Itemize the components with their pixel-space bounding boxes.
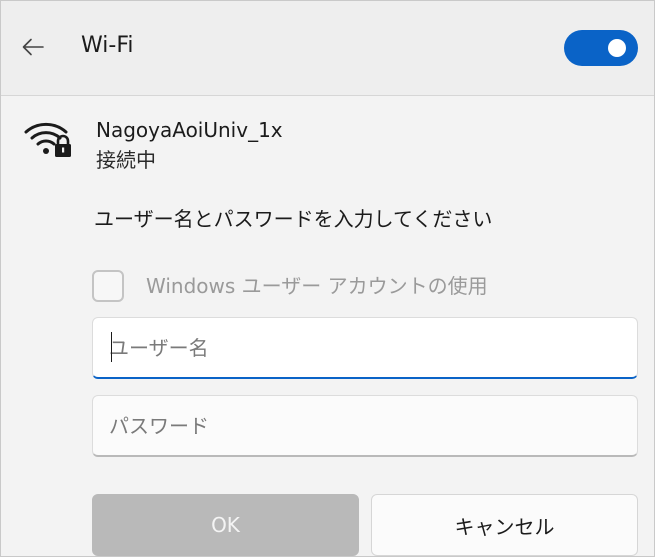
- toggle-knob: [608, 39, 626, 57]
- ok-button[interactable]: OK: [92, 494, 359, 556]
- wifi-toggle[interactable]: [564, 30, 638, 66]
- username-input[interactable]: [92, 317, 638, 379]
- password-input[interactable]: [92, 395, 638, 457]
- use-windows-account-row[interactable]: Windows ユーザー アカウントの使用: [92, 268, 488, 304]
- network-status: 接続中: [96, 148, 156, 172]
- network-panel: NagoyaAoiUniv_1x 接続中 ユーザー名とパスワードを入力してくださ…: [1, 96, 654, 556]
- back-button[interactable]: [15, 27, 51, 67]
- cancel-button[interactable]: キャンセル: [371, 494, 638, 556]
- wifi-flyout: Wi-Fi NagoyaAoiUniv_1x 接続中 ユーザー名とパスワードを入…: [0, 0, 655, 557]
- back-arrow-icon: [22, 38, 44, 56]
- flyout-header: Wi-Fi: [1, 1, 654, 96]
- wifi-secured-icon: [24, 122, 71, 157]
- use-windows-account-checkbox[interactable]: [92, 270, 124, 302]
- network-name: NagoyaAoiUniv_1x: [96, 118, 283, 142]
- credentials-prompt: ユーザー名とパスワードを入力してください: [94, 207, 493, 231]
- use-windows-account-label: Windows ユーザー アカウントの使用: [146, 274, 488, 298]
- page-title: Wi-Fi: [81, 33, 134, 58]
